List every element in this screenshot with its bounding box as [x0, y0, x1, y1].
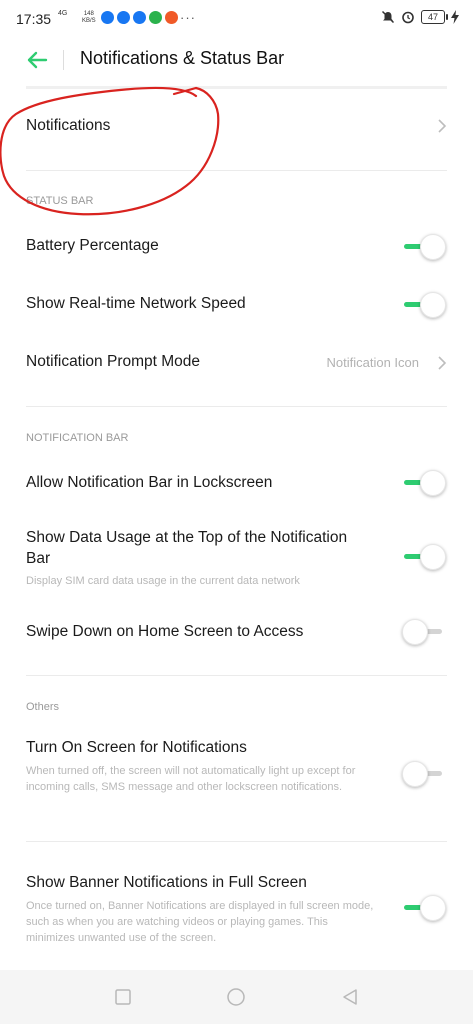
divider	[26, 406, 447, 407]
more-notifications-icon: ···	[180, 10, 196, 25]
charging-icon	[451, 10, 459, 24]
turn-on-screen-description: When turned off, the screen will not aut…	[26, 765, 356, 793]
battery-percentage-item[interactable]: Battery Percentage	[0, 228, 473, 266]
turn-on-screen-item[interactable]: Turn On Screen for Notifications When tu…	[0, 738, 473, 816]
turn-on-screen-toggle[interactable]	[402, 760, 448, 788]
notification-app-icons	[101, 11, 178, 24]
line-icon	[149, 11, 162, 24]
banner-fullscreen-item[interactable]: Show Banner Notifications in Full Screen…	[0, 872, 473, 952]
status-bar: 17:35 4G 148 KB/S ··· 47	[0, 0, 473, 38]
divider	[26, 675, 447, 676]
chevron-right-icon	[438, 119, 447, 133]
section-header-notification-bar: NOTIFICATION BAR	[26, 432, 129, 444]
messenger-icon	[117, 11, 130, 24]
prompt-mode-value: Notification Icon	[326, 355, 420, 370]
header-divider	[63, 50, 64, 70]
banner-fullscreen-description: Once turned on, Banner Notifications are…	[26, 900, 374, 944]
messenger-icon	[133, 11, 146, 24]
section-header-others: Others	[26, 701, 60, 713]
facebook-icon	[101, 11, 114, 24]
battery-icon: 47	[421, 10, 448, 24]
back-button-icon[interactable]	[341, 988, 359, 1006]
prompt-mode-label: Notification Prompt Mode	[26, 353, 201, 370]
turn-on-screen-label: Turn On Screen for Notifications	[26, 739, 247, 756]
back-arrow-icon[interactable]	[26, 49, 48, 71]
data-usage-toggle[interactable]	[402, 543, 448, 571]
battery-percentage-toggle[interactable]	[402, 233, 448, 261]
speed-unit: KB/S	[82, 18, 96, 24]
page-title: Notifications & Status Bar	[80, 48, 285, 68]
network-speed-toggle[interactable]	[402, 291, 448, 319]
swipe-down-toggle[interactable]	[402, 618, 448, 646]
data-usage-label: Show Data Usage at the Top of the Notifi…	[26, 529, 348, 567]
allow-lockscreen-item[interactable]: Allow Notification Bar in Lockscreen	[0, 464, 473, 502]
banner-fullscreen-toggle[interactable]	[402, 894, 448, 922]
calendar-app-icon	[165, 11, 178, 24]
home-button-icon[interactable]	[226, 987, 246, 1007]
signal-indicator: 4G	[58, 10, 68, 17]
network-speed-indicator: 148 KB/S	[82, 11, 96, 25]
speed-value: 148	[83, 11, 94, 17]
navigation-bar	[0, 970, 473, 1024]
status-right-icons: 47	[381, 10, 459, 24]
mute-icon	[381, 10, 395, 24]
data-usage-item[interactable]: Show Data Usage at the Top of the Notifi…	[0, 526, 473, 590]
chevron-right-icon	[438, 356, 447, 370]
data-usage-description: Display SIM card data usage in the curre…	[26, 575, 300, 587]
network-speed-label: Show Real-time Network Speed	[26, 295, 246, 312]
app-header: Notifications & Status Bar	[0, 38, 473, 82]
alarm-icon	[402, 11, 414, 24]
prompt-mode-item[interactable]: Notification Prompt Mode Notification Ic…	[0, 344, 473, 382]
allow-lockscreen-label: Allow Notification Bar in Lockscreen	[26, 474, 273, 491]
network-speed-item[interactable]: Show Real-time Network Speed	[0, 286, 473, 324]
divider	[26, 841, 447, 842]
red-circle-annotation	[0, 86, 220, 216]
swipe-down-item[interactable]: Swipe Down on Home Screen to Access	[0, 613, 473, 651]
recents-button-icon[interactable]	[114, 988, 132, 1006]
status-time: 17:35	[16, 11, 52, 27]
battery-percentage-label: Battery Percentage	[26, 237, 159, 254]
banner-fullscreen-label: Show Banner Notifications in Full Screen	[26, 874, 307, 891]
allow-lockscreen-toggle[interactable]	[402, 469, 448, 497]
swipe-down-label: Swipe Down on Home Screen to Access	[26, 623, 304, 640]
